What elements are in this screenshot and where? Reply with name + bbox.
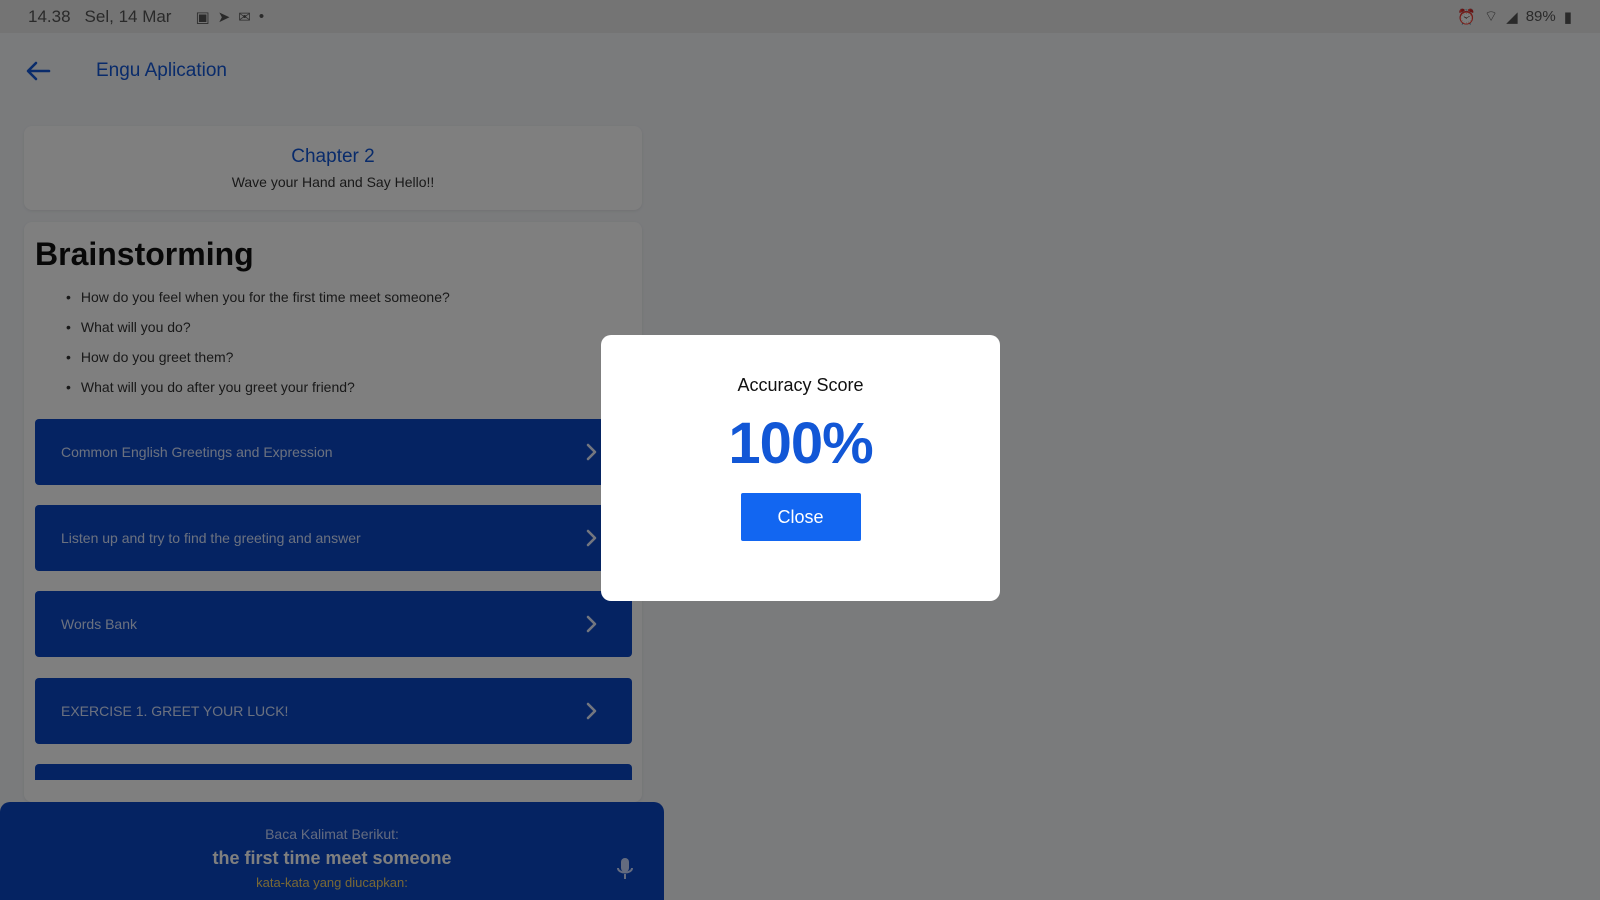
app-screen: 14.38 Sel, 14 Mar ▣ ➤ ✉ • ⏰ ⌔ ◢ 89% ▮ En…	[0, 0, 1600, 900]
accuracy-score: 100%	[728, 411, 873, 476]
close-button[interactable]: Close	[740, 493, 861, 541]
accuracy-dialog: Accuracy Score 100% Close	[601, 335, 1000, 601]
dialog-title: Accuracy Score	[737, 375, 864, 395]
